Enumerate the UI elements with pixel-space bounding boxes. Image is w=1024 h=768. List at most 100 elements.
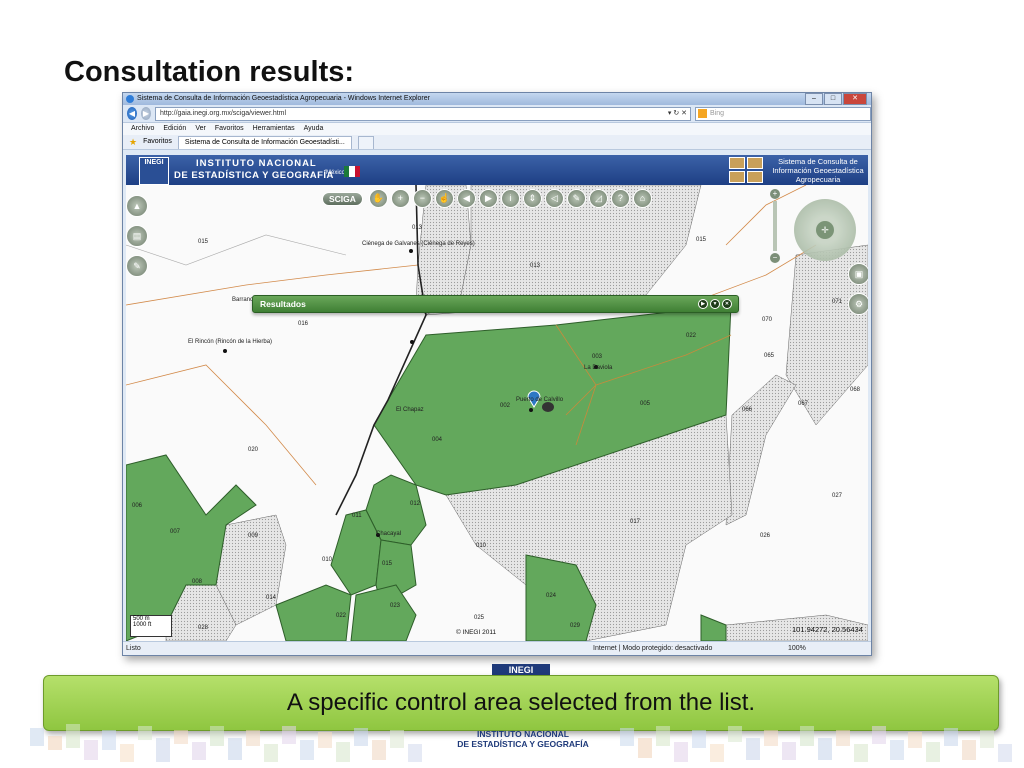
layers-icon[interactable]: ▲ <box>126 195 148 217</box>
map-label: 013 <box>530 263 541 269</box>
crosshair-icon[interactable]: ✛ <box>816 221 834 239</box>
pan-icon[interactable]: ✋ <box>368 189 388 208</box>
map-canvas[interactable]: 015 013 Ciénega de Galvanes (Ciénega de … <box>126 185 868 641</box>
area-icon[interactable]: ◿ <box>588 189 608 208</box>
menu-ayuda[interactable]: Ayuda <box>304 123 324 135</box>
bottom-org-line1: INSTITUTO NACIONAL <box>477 729 569 739</box>
map-label: 023 <box>390 603 401 609</box>
overview-icon[interactable]: ▣ <box>848 263 868 285</box>
map-label: 070 <box>762 317 773 323</box>
scale-bar: 500 m 1000 ft <box>130 615 172 637</box>
status-bar: Listo Internet | Modo protegido: desacti… <box>123 641 871 655</box>
map-label: 022 <box>686 333 697 339</box>
menu-archivo[interactable]: Archivo <box>131 123 154 135</box>
map-label: 016 <box>298 321 309 327</box>
select-icon[interactable]: ☝ <box>434 189 454 208</box>
map-label: La Daviola <box>584 365 613 371</box>
clear-icon[interactable]: ◁ <box>544 189 564 208</box>
zoom-slider-minus-icon[interactable]: − <box>770 253 780 263</box>
info-icon[interactable]: i <box>500 189 520 208</box>
results-expand-icon[interactable]: ▼ <box>710 299 720 309</box>
url-field[interactable]: http://gaia.inegi.org.mx/sciga/viewer.ht… <box>155 106 691 121</box>
address-bar: ◀ ▶ http://gaia.inegi.org.mx/sciga/viewe… <box>123 105 871 123</box>
new-tab-button[interactable] <box>357 135 374 149</box>
forward-arrow-icon[interactable]: ▶ <box>478 189 498 208</box>
help-icon[interactable]: ? <box>610 189 630 208</box>
map-label: 004 <box>432 437 443 443</box>
location-marker <box>223 349 227 353</box>
location-marker <box>410 340 414 344</box>
zoom-slider-track[interactable] <box>773 201 777 251</box>
map-label: 068 <box>850 387 861 393</box>
mexico-flag-icon <box>344 166 360 177</box>
menu-herramientas[interactable]: Herramientas <box>253 123 295 135</box>
close-window-button[interactable]: ✕ <box>843 93 867 105</box>
map-label: 024 <box>546 593 557 599</box>
org-name-line1: INSTITUTO NACIONAL <box>196 158 317 169</box>
results-close-icon[interactable]: ✕ <box>722 299 732 309</box>
settings-icon[interactable]: ⚙ <box>848 293 868 315</box>
map-label: 003 <box>592 354 603 360</box>
favorites-button[interactable]: Favoritos <box>143 135 172 149</box>
back-button[interactable]: ◀ <box>127 107 137 120</box>
map-label: 026 <box>760 533 771 539</box>
results-panel[interactable]: Resultados ▶ ▼ ✕ <box>252 295 739 313</box>
search-input[interactable]: Bing <box>695 106 871 121</box>
sciga-button[interactable]: SCIGA <box>322 191 363 206</box>
menu-edicion[interactable]: Edición <box>163 123 186 135</box>
map-label: 067 <box>798 401 809 407</box>
zoom-slider[interactable]: + − <box>770 189 780 263</box>
map-label: 012 <box>410 501 421 507</box>
map-label: 002 <box>500 403 511 409</box>
results-panel-title: Resultados <box>260 299 306 309</box>
window-title: Sistema de Consulta de Información Geoes… <box>137 95 430 102</box>
map-label: 010 <box>476 543 487 549</box>
map-label: 007 <box>170 529 181 535</box>
pan-navigation-pad[interactable]: ✛ <box>794 199 856 261</box>
zoom-slider-plus-icon[interactable]: + <box>770 189 780 199</box>
back-arrow-icon[interactable]: ◀ <box>456 189 476 208</box>
map-label: Ciénega de Galvanes (Ciénega de Reyes) <box>362 241 475 247</box>
menu-favoritos[interactable]: Favoritos <box>215 123 244 135</box>
zoom-out-icon[interactable]: − <box>412 189 432 208</box>
country-label: México <box>326 170 346 176</box>
table-icon[interactable]: ▤ <box>126 225 148 247</box>
edit-icon[interactable]: ✎ <box>126 255 148 277</box>
draw-icon[interactable]: ✎ <box>566 189 586 208</box>
map-label: 014 <box>266 595 277 601</box>
print-icon[interactable]: ⌂ <box>632 189 652 208</box>
ie-icon <box>126 95 134 103</box>
status-zone: Internet | Modo protegido: desactivado <box>593 645 713 652</box>
bing-icon <box>698 108 707 118</box>
measure-icon[interactable]: ⇕ <box>522 189 542 208</box>
map-label: 006 <box>132 503 143 509</box>
forward-button[interactable]: ▶ <box>141 107 151 120</box>
zoom-in-icon[interactable]: + <box>390 189 410 208</box>
results-next-icon[interactable]: ▶ <box>698 299 708 309</box>
map-label: 015 <box>382 561 393 567</box>
menu-bar: Archivo Edición Ver Favoritos Herramient… <box>123 123 871 135</box>
coordinates-readout: 101.94272, 20.56434 <box>792 625 863 634</box>
status-zoom[interactable]: 100% <box>788 642 806 655</box>
slide-title: Consultation results: <box>64 56 355 88</box>
map-label: 011 <box>352 513 362 519</box>
parcel-green <box>350 584 417 641</box>
parcel-green <box>700 614 727 641</box>
system-name: Sistema de Consulta de Información Geoes… <box>772 157 864 184</box>
menu-ver[interactable]: Ver <box>195 123 206 135</box>
selection-shadow <box>542 402 554 412</box>
browser-tab[interactable]: Sistema de Consulta de Información Geoes… <box>177 135 352 149</box>
minimize-button[interactable]: – <box>805 93 823 105</box>
maximize-button[interactable]: □ <box>824 93 842 105</box>
map-label: 015 <box>696 237 707 243</box>
map-label: 022 <box>336 613 347 619</box>
refresh-stop-icons[interactable]: ▾ ↻ ✕ <box>668 108 687 120</box>
url-text: http://gaia.inegi.org.mx/sciga/viewer.ht… <box>160 109 287 117</box>
map-label: 015 <box>198 239 209 245</box>
map-label: El Rincón (Rincón de la Hierba) <box>188 339 272 345</box>
map-label: 025 <box>474 615 485 621</box>
favorites-bar: ★ Favoritos Sistema de Consulta de Infor… <box>123 135 871 150</box>
copyright: © INEGI 2011 <box>456 629 497 636</box>
app-header: INEGI INSTITUTO NACIONAL DE ESTADÍSTICA … <box>126 155 868 185</box>
map-toolbar: SCIGA ✋ + − ☝ ◀ ▶ i ⇕ ◁ ✎ ◿ ? ⌂ <box>322 189 652 208</box>
